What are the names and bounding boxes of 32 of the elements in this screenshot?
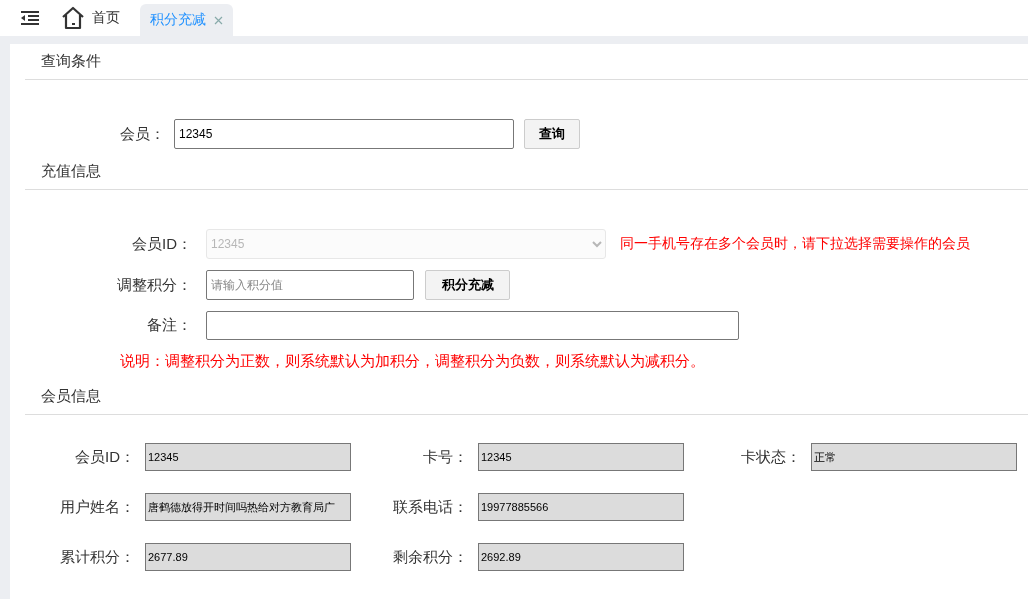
section-title: 充值信息 (41, 162, 101, 181)
submit-button[interactable]: 积分充减 (425, 270, 510, 300)
field-label: 累计积分： (59, 547, 135, 567)
input-field[interactable]: 12345 (145, 443, 351, 471)
field-label: 备注： (146, 316, 192, 335)
input-field[interactable]: 2692.89 (478, 543, 684, 571)
field-label: 剩余积分： (392, 547, 468, 567)
hint-text: 同一手机号存在多个会员时，请下拉选择需要操作的会员 (620, 235, 970, 253)
field-label: 卡状态： (740, 447, 801, 467)
field-label: 会员： (119, 124, 165, 144)
field-label: 卡号： (422, 447, 468, 467)
input-field[interactable]: 19977885566 (478, 493, 684, 521)
home-tab[interactable]: 首页 (60, 3, 120, 33)
input-field[interactable]: 正常 (811, 443, 1017, 471)
house-icon (60, 5, 86, 31)
field-label: 联系电话： (392, 497, 468, 517)
input-field[interactable]: 12345 (174, 119, 514, 149)
input-field[interactable]: 唐鹤德放得开时间吗热给对方教育局广 (145, 493, 351, 521)
input-field[interactable]: 12345 (478, 443, 684, 471)
menu-icon[interactable] (20, 10, 40, 26)
section-title: 查询条件 (41, 52, 101, 71)
search-button[interactable]: 查询 (524, 119, 580, 149)
note-text: 说明：调整积分为正数，则系统默认为加积分，调整积分为负数，则系统默认为减积分。 (120, 351, 706, 371)
section-title: 会员信息 (41, 387, 101, 406)
input-field[interactable]: 请输入积分值 (206, 270, 414, 300)
input-field[interactable] (206, 311, 739, 340)
field-label: 用户姓名： (59, 497, 135, 517)
field-label: 会员ID： (131, 234, 192, 254)
field-label: 会员ID： (74, 447, 135, 467)
tab-label: 首页 (92, 9, 120, 27)
field-label: 调整积分： (116, 275, 192, 295)
input-field[interactable]: 2677.89 (145, 543, 351, 571)
